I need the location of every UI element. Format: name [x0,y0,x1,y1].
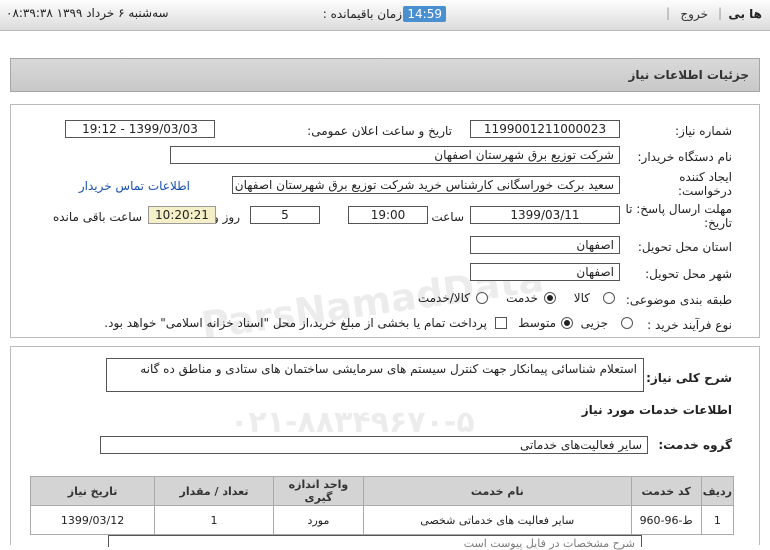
need-desc-field: استعلام شناسائی پیمانکار جهت کنترل سیستم… [106,358,644,392]
cell-row: 1 [700,505,735,535]
remaining-time-label: زمان باقیمانده : [322,7,402,21]
cell-code: ط-96-960 [630,505,702,535]
province-label: استان محل تحویل: [637,240,732,254]
category-radio-service[interactable] [544,292,556,304]
col-unit-header: واحد اندازه گیری [272,476,365,506]
buyer-org-label: نام دستگاه خریدار: [637,150,733,164]
need-number-label: شماره نیاز: [675,124,732,138]
process-radio-medium[interactable] [561,317,573,329]
buyer-org-field: شرکت توزیع برق شهرستان اصفهان [170,146,620,164]
col-qty-header: تعداد / مقدار [154,476,274,506]
announce-date-label: تاریخ و ساعت اعلان عمومی: [307,124,452,138]
deadline-time-label: ساعت [431,210,464,224]
current-datetime: سه‌شنبه ۶ خرداد ۱۳۹۹ ۰۸:۳۹:۳۸ [6,6,169,20]
cell-name: سایر فعالیت های خدماتی شخصی [363,505,632,535]
logout-link[interactable]: خروج [680,7,708,21]
treasury-payment-checkbox[interactable] [495,317,507,329]
announce-date-field: 1399/03/03 - 19:12 [65,120,215,138]
category-radio-goods-service[interactable] [476,292,488,304]
category-option-goods-service: کالا/خدمت [417,291,470,305]
col-row-header: ردیف [700,476,735,506]
services-title: اطلاعات خدمات مورد نیاز [581,403,732,417]
table-row: 1 ط-96-960 سایر فعالیت های خدماتی شخصی م… [29,505,735,535]
remaining-time-field: 10:20:21 [148,206,216,224]
remaining-time-label: ساعت باقی مانده [52,210,142,224]
session-timer: 14:59 [403,6,446,22]
category-radio-goods[interactable] [603,292,615,304]
panel-title: جزئیات اطلاعات نیاز [628,68,749,82]
need-desc-label: شرح کلی نیاز: [646,371,732,385]
deadline-label: مهلت ارسال پاسخ: تا تاریخ: [625,202,732,230]
panel-header: جزئیات اطلاعات نیاز [10,58,760,92]
col-code-header: کد خدمت [630,476,702,506]
service-group-label: گروه خدمت: [658,438,732,452]
separator: | [717,6,722,20]
services-table: ردیف کد خدمت نام خدمت واحد اندازه گیری ت… [29,476,735,535]
creator-label: ایجاد کننده درخواست: [678,170,732,198]
user-name: ها بی [728,7,762,21]
process-radio-minor[interactable] [621,317,633,329]
notes-box: شرح مشخصات در فایل پیوست است [108,535,642,550]
cell-date: 1399/03/12 [29,505,156,535]
category-option-goods: کالا [573,291,590,305]
city-field: اصفهان [470,263,620,281]
deadline-time-field: 19:00 [348,206,428,224]
province-field: اصفهان [470,236,620,254]
process-option-minor: جزیی [580,316,608,330]
need-number-field: 1199001211000023 [470,120,620,138]
days-label: روز و [213,210,240,224]
cell-unit: مورد [272,505,365,535]
cell-qty: 1 [154,505,274,535]
deadline-date-field: 1399/03/11 [470,206,620,224]
col-name-header: نام خدمت [363,476,632,506]
separator: | [665,6,670,20]
city-label: شهر محل تحویل: [645,267,732,281]
table-header-row: ردیف کد خدمت نام خدمت واحد اندازه گیری ت… [29,476,735,506]
category-label: طبقه بندی موضوعی: [625,293,732,307]
top-bar: ها بی | خروج | زمان باقیمانده : 14:59 سه… [0,0,770,31]
category-option-service: خدمت [506,291,538,305]
creator-field: سعید برکت خوراسگانی کارشناس خرید شرکت تو… [232,176,620,194]
notes-text: شرح مشخصات در فایل پیوست است [463,537,635,550]
treasury-payment-note: پرداخت تمام یا بخشی از مبلغ خرید،از محل … [104,316,487,330]
process-option-medium: متوسط [518,316,556,330]
service-group-field: سایر فعالیت‌های خدماتی [100,436,648,454]
process-label: نوع فرآیند خرید : [647,318,732,332]
buyer-contact-link[interactable]: اطلاعات تماس خریدار [79,179,190,193]
col-date-header: تاریخ نیاز [29,476,156,506]
days-field: 5 [250,206,320,224]
